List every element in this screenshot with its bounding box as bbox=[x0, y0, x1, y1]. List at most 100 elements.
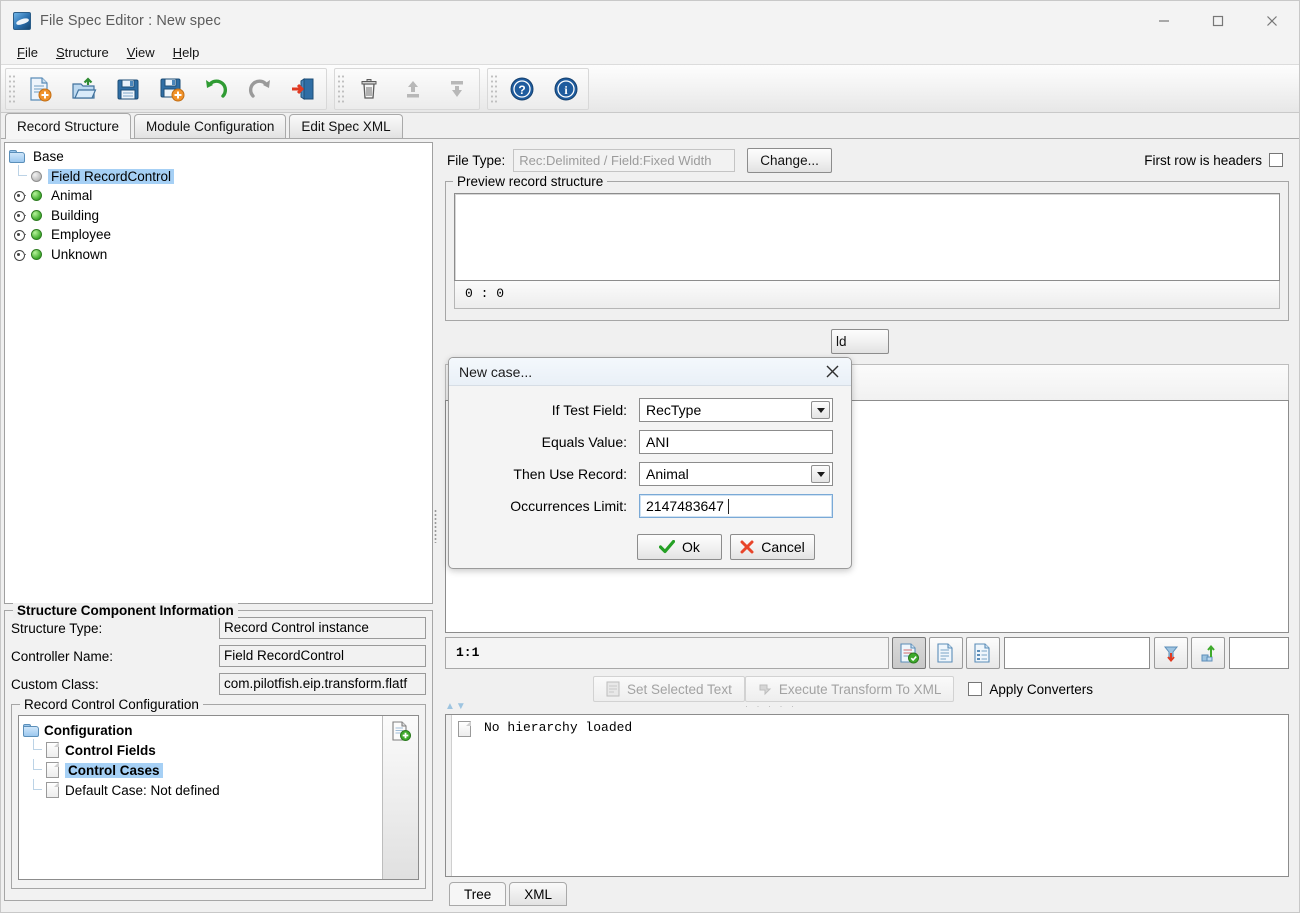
config-node-configuration[interactable]: Configuration bbox=[23, 720, 382, 740]
tree-node-animal[interactable]: Animal bbox=[9, 186, 432, 206]
ok-button-label: Ok bbox=[682, 539, 700, 555]
move-up-icon[interactable] bbox=[391, 69, 435, 109]
move-down-icon[interactable] bbox=[435, 69, 479, 109]
toolbar-grip[interactable] bbox=[8, 73, 15, 104]
main-toolbar: ? i bbox=[1, 64, 1299, 113]
tree-node-label: Employee bbox=[51, 227, 112, 243]
about-icon[interactable]: i bbox=[544, 69, 588, 109]
dialog-row-if-test-field: If Test Field: RecType bbox=[449, 394, 833, 426]
menu-structure[interactable]: Structure bbox=[47, 43, 118, 62]
export-up-icon[interactable] bbox=[1191, 637, 1225, 669]
config-side-toolbar bbox=[382, 716, 418, 879]
document-icon bbox=[46, 782, 59, 798]
green-ball-icon bbox=[31, 229, 42, 241]
set-selected-text-button[interactable]: Set Selected Text bbox=[593, 676, 745, 702]
new-spec-icon[interactable] bbox=[18, 69, 62, 109]
tab-edit-spec-xml[interactable]: Edit Spec XML bbox=[289, 114, 403, 138]
tab-module-configuration[interactable]: Module Configuration bbox=[134, 114, 287, 138]
save-icon[interactable] bbox=[106, 69, 150, 109]
dialog-title: New case... bbox=[459, 363, 533, 380]
tree-node-employee[interactable]: Employee bbox=[9, 225, 432, 245]
svg-text:?: ? bbox=[518, 83, 525, 97]
tab-xml[interactable]: XML bbox=[509, 882, 568, 906]
toolbar-grip[interactable] bbox=[490, 73, 497, 104]
preview-status: 0 : 0 bbox=[454, 281, 1280, 309]
chevron-down-icon[interactable] bbox=[811, 401, 830, 419]
document-icon bbox=[458, 721, 471, 737]
menu-help[interactable]: Help bbox=[164, 43, 209, 62]
first-row-headers-label: First row is headers bbox=[1144, 152, 1262, 168]
import-down-icon[interactable] bbox=[1154, 637, 1188, 669]
delete-icon[interactable] bbox=[347, 69, 391, 109]
tree-node-base[interactable]: Base bbox=[9, 147, 432, 167]
maximize-button[interactable] bbox=[1191, 1, 1245, 41]
exit-icon[interactable] bbox=[282, 69, 326, 109]
tab-record-structure[interactable]: Record Structure bbox=[5, 113, 132, 139]
first-row-headers-checkbox[interactable] bbox=[1269, 153, 1283, 167]
expand-handle[interactable] bbox=[9, 228, 31, 242]
editor-input-field[interactable] bbox=[1004, 637, 1150, 669]
execute-transform-label: Execute Transform To XML bbox=[778, 681, 942, 697]
expand-handle[interactable] bbox=[9, 209, 31, 222]
save-as-icon[interactable] bbox=[150, 69, 194, 109]
vertical-splitter[interactable] bbox=[433, 139, 439, 906]
resize-dots[interactable]: · · · · · bbox=[745, 701, 797, 711]
undo-icon[interactable] bbox=[194, 69, 238, 109]
dialog-row-occurrences-limit: Occurrences Limit: 2147483647 bbox=[449, 490, 833, 522]
open-spec-icon[interactable] bbox=[62, 69, 106, 109]
tab-tree[interactable]: Tree bbox=[449, 882, 507, 906]
apply-converters-checkbox[interactable] bbox=[968, 682, 983, 696]
cancel-button[interactable]: Cancel bbox=[730, 534, 815, 560]
structured-doc-icon[interactable] bbox=[966, 637, 1000, 669]
chevron-down-icon[interactable] bbox=[811, 465, 830, 483]
menu-view[interactable]: View bbox=[118, 43, 164, 62]
tree-node-field-recordcontrol[interactable]: Field RecordControl bbox=[9, 165, 432, 187]
custom-class-value: com.pilotfish.eip.transform.flatf bbox=[219, 673, 426, 695]
config-node-label: Default Case: Not defined bbox=[65, 782, 220, 798]
config-tree[interactable]: Configuration Control Fields Control Cas bbox=[19, 716, 382, 879]
close-button[interactable] bbox=[1245, 1, 1299, 41]
minimize-button[interactable] bbox=[1137, 1, 1191, 41]
expand-handle[interactable] bbox=[9, 248, 31, 261]
check-icon bbox=[659, 540, 676, 554]
equals-value-text: ANI bbox=[646, 434, 670, 450]
preview-text-area[interactable] bbox=[454, 193, 1280, 281]
tree-node-unknown[interactable]: Unknown bbox=[9, 245, 432, 265]
then-use-record-combo[interactable]: Animal bbox=[639, 462, 833, 486]
hierarchy-panel[interactable]: No hierarchy loaded bbox=[445, 714, 1289, 877]
record-control-configuration: Record Control Configuration Configurati… bbox=[11, 697, 426, 889]
occurrences-limit-input[interactable]: 2147483647 bbox=[639, 494, 833, 518]
app-logo-icon bbox=[13, 12, 31, 30]
first-row-headers-wrap: First row is headers bbox=[1144, 153, 1295, 168]
expand-handle[interactable] bbox=[9, 189, 31, 203]
tab-label: Tree bbox=[464, 886, 492, 902]
plain-doc-icon[interactable] bbox=[929, 637, 963, 669]
validate-doc-icon[interactable] bbox=[892, 637, 926, 669]
scroll-arrows[interactable]: ▲▼ bbox=[445, 701, 467, 712]
file-type-label: File Type: bbox=[447, 152, 506, 168]
ok-button[interactable]: Ok bbox=[637, 534, 722, 560]
config-node-control-fields[interactable]: Control Fields bbox=[23, 739, 382, 760]
dialog-close-button[interactable] bbox=[819, 360, 845, 384]
application-window: File Spec Editor : New spec File Structu… bbox=[0, 0, 1300, 913]
if-test-field-combo[interactable]: RecType bbox=[639, 398, 833, 422]
transform-actions-row: Set Selected Text Execute Transform To X… bbox=[445, 674, 1289, 712]
help-icon[interactable]: ? bbox=[500, 69, 544, 109]
field-label: Occurrences Limit: bbox=[510, 498, 627, 514]
add-case-icon[interactable] bbox=[390, 720, 412, 742]
info-row-controller-name: Controller Name: Field RecordControl bbox=[11, 645, 426, 667]
execute-transform-button[interactable]: Execute Transform To XML bbox=[744, 676, 955, 702]
editor-trailing-field[interactable] bbox=[1229, 637, 1289, 669]
equals-value-input[interactable]: ANI bbox=[639, 430, 833, 454]
add-field-button[interactable]: ld bbox=[831, 329, 889, 354]
structure-tree[interactable]: Base Field RecordControl Animal Building… bbox=[4, 142, 433, 604]
tree-node-building[interactable]: Building bbox=[9, 206, 432, 226]
config-node-default-case[interactable]: Default Case: Not defined bbox=[23, 779, 382, 800]
menu-view-rest: iew bbox=[135, 45, 155, 60]
menu-file[interactable]: File bbox=[8, 43, 47, 62]
redo-icon[interactable] bbox=[238, 69, 282, 109]
config-node-control-cases[interactable]: Control Cases bbox=[23, 759, 382, 780]
toolbar-grip[interactable] bbox=[337, 73, 344, 104]
change-file-type-button[interactable]: Change... bbox=[747, 147, 832, 173]
tab-label: Module Configuration bbox=[146, 119, 275, 134]
